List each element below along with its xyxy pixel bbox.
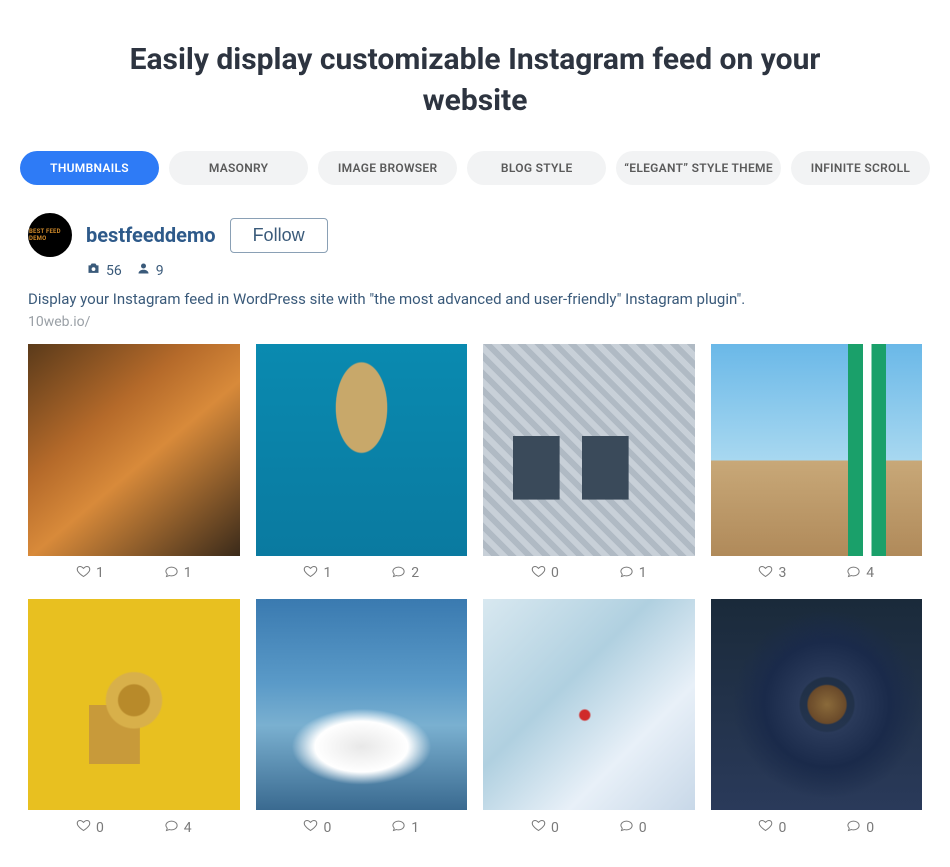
likes-count[interactable]: 0 (303, 818, 331, 837)
heart-icon (76, 564, 91, 583)
post-meta: 34 (711, 556, 923, 583)
comments-value: 2 (411, 565, 419, 581)
followers-count-value: 9 (156, 263, 164, 279)
likes-count[interactable]: 3 (758, 564, 786, 583)
post-meta: 04 (28, 810, 240, 837)
likes-value: 1 (96, 565, 104, 581)
tab-blog-style[interactable]: BLOG STYLE (467, 151, 606, 185)
likes-value: 1 (323, 565, 331, 581)
comment-icon (619, 564, 634, 583)
comments-value: 1 (411, 820, 419, 836)
likes-value: 0 (551, 565, 559, 581)
post-thumbnail[interactable] (483, 599, 695, 811)
comments-value: 0 (866, 820, 874, 836)
comment-icon (164, 564, 179, 583)
likes-count[interactable]: 1 (76, 564, 104, 583)
comments-value: 4 (184, 820, 192, 836)
comments-count[interactable]: 1 (164, 564, 192, 583)
likes-count[interactable]: 1 (303, 564, 331, 583)
page-title: Easily display customizable Instagram fe… (115, 40, 835, 121)
post-card: 04 (28, 599, 240, 838)
post-thumbnail[interactable] (28, 599, 240, 811)
post-meta: 11 (28, 556, 240, 583)
person-icon (136, 261, 151, 280)
posts-count-value: 56 (106, 263, 122, 279)
post-meta: 00 (483, 810, 695, 837)
profile-stats: 56 9 (20, 261, 930, 280)
tab-masonry[interactable]: MASONRY (169, 151, 308, 185)
comment-icon (391, 818, 406, 837)
post-thumbnail[interactable] (711, 599, 923, 811)
comments-value: 1 (639, 565, 647, 581)
post-card: 11 (28, 344, 240, 583)
comments-value: 4 (866, 565, 874, 581)
heart-icon (531, 564, 546, 583)
likes-count[interactable]: 0 (758, 818, 786, 837)
post-thumbnail[interactable] (483, 344, 695, 556)
comments-value: 0 (639, 820, 647, 836)
avatar[interactable]: BEST FEED DEMO (28, 213, 72, 257)
comments-count[interactable]: 2 (391, 564, 419, 583)
post-card: 34 (711, 344, 923, 583)
post-thumbnail[interactable] (256, 344, 468, 556)
comment-icon (619, 818, 634, 837)
camera-icon (86, 261, 101, 280)
heart-icon (303, 818, 318, 837)
heart-icon (758, 818, 773, 837)
tab-thumbnails[interactable]: THUMBNAILS (20, 151, 159, 185)
profile-link[interactable]: 10web.io/ (20, 314, 930, 330)
comments-count[interactable]: 4 (846, 564, 874, 583)
heart-icon (76, 818, 91, 837)
tab-bar: THUMBNAILS MASONRY IMAGE BROWSER BLOG STYLE… (20, 151, 930, 185)
post-thumbnail[interactable] (256, 599, 468, 811)
tab-infinite-scroll[interactable]: INFINITE SCROLL (791, 151, 930, 185)
likes-count[interactable]: 0 (76, 818, 104, 837)
profile-username[interactable]: bestfeeddemo (86, 223, 216, 247)
likes-value: 0 (323, 820, 331, 836)
post-card: 12 (256, 344, 468, 583)
post-meta: 00 (711, 810, 923, 837)
likes-value: 0 (551, 820, 559, 836)
post-meta: 01 (256, 810, 468, 837)
comments-value: 1 (184, 565, 192, 581)
heart-icon (758, 564, 773, 583)
comments-count[interactable]: 1 (391, 818, 419, 837)
followers-count: 9 (136, 261, 164, 280)
likes-count[interactable]: 0 (531, 564, 559, 583)
thumbnail-grid: 1112013404010000 (20, 344, 930, 837)
post-card: 01 (483, 344, 695, 583)
heart-icon (303, 564, 318, 583)
likes-value: 0 (778, 820, 786, 836)
likes-count[interactable]: 0 (531, 818, 559, 837)
comments-count[interactable]: 0 (846, 818, 874, 837)
profile-bio: Display your Instagram feed in WordPress… (20, 290, 930, 308)
post-card: 00 (711, 599, 923, 838)
likes-value: 0 (96, 820, 104, 836)
comments-count[interactable]: 4 (164, 818, 192, 837)
comment-icon (391, 564, 406, 583)
heart-icon (531, 818, 546, 837)
post-meta: 01 (483, 556, 695, 583)
comment-icon (164, 818, 179, 837)
posts-count: 56 (86, 261, 122, 280)
comments-count[interactable]: 0 (619, 818, 647, 837)
tab-elegant-style-theme[interactable]: “ELEGANT” STYLE THEME (616, 151, 781, 185)
likes-value: 3 (778, 565, 786, 581)
post-thumbnail[interactable] (28, 344, 240, 556)
comment-icon (846, 564, 861, 583)
post-card: 00 (483, 599, 695, 838)
profile-header: BEST FEED DEMO bestfeeddemo Follow (20, 213, 930, 257)
post-thumbnail[interactable] (711, 344, 923, 556)
follow-button[interactable]: Follow (230, 218, 328, 253)
post-meta: 12 (256, 556, 468, 583)
post-card: 01 (256, 599, 468, 838)
comment-icon (846, 818, 861, 837)
tab-image-browser[interactable]: IMAGE BROWSER (318, 151, 457, 185)
comments-count[interactable]: 1 (619, 564, 647, 583)
